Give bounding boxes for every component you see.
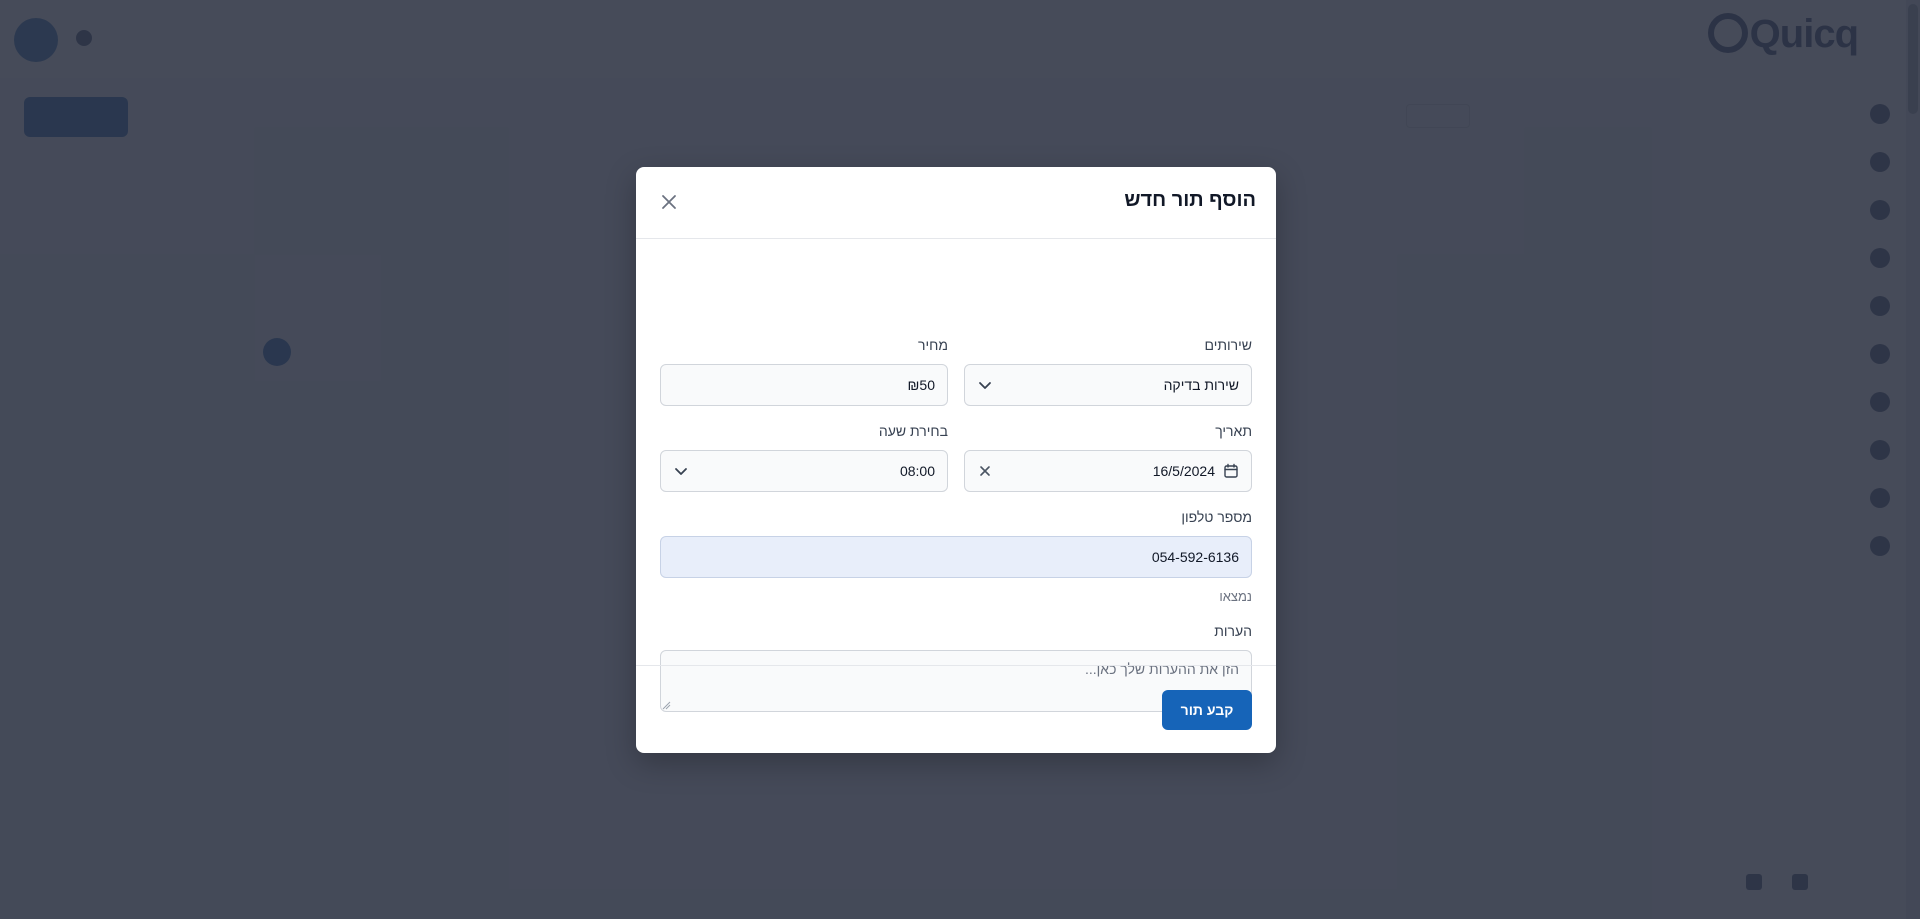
modal-header: הוסף תור חדש — [636, 167, 1276, 239]
calendar-icon[interactable] — [1223, 463, 1239, 479]
modal-footer: קבע תור — [636, 665, 1276, 753]
book-appointment-button[interactable]: קבע תור — [1162, 690, 1252, 730]
date-value: 16/5/2024 — [1152, 463, 1215, 479]
notes-label: הערות — [1214, 623, 1252, 639]
add-appointment-modal: הוסף תור חדש שירותים שירות בדיקה מחיר ₪5… — [636, 167, 1276, 753]
phone-label: מספר טלפון — [1181, 509, 1252, 525]
time-label: בחירת שעה — [878, 423, 948, 439]
modal-body: שירותים שירות בדיקה מחיר ₪50 תאריך 16/5/… — [636, 239, 1276, 712]
phone-status: נמצאו — [1219, 589, 1252, 604]
price-value: ₪50 — [907, 377, 935, 393]
close-icon — [662, 195, 676, 209]
time-value: 08:00 — [899, 463, 935, 479]
chevron-down-icon — [979, 382, 991, 389]
close-button[interactable] — [656, 189, 682, 215]
services-label: שירותים — [1204, 337, 1253, 353]
date-label: תאריך — [1215, 423, 1252, 439]
chevron-down-icon — [675, 468, 687, 475]
modal-title: הוסף תור חדש — [1124, 189, 1256, 211]
clear-icon[interactable] — [977, 463, 993, 479]
time-select[interactable]: 08:00 — [660, 450, 948, 492]
services-value: שירות בדיקה — [1163, 377, 1239, 393]
phone-input[interactable]: 054-592-6136 — [660, 536, 1252, 578]
price-field[interactable]: ₪50 — [660, 364, 948, 406]
phone-value: 054-592-6136 — [1151, 549, 1239, 565]
price-label: מחיר — [918, 337, 948, 353]
services-select[interactable]: שירות בדיקה — [964, 364, 1252, 406]
date-picker[interactable]: 16/5/2024 — [964, 450, 1252, 492]
